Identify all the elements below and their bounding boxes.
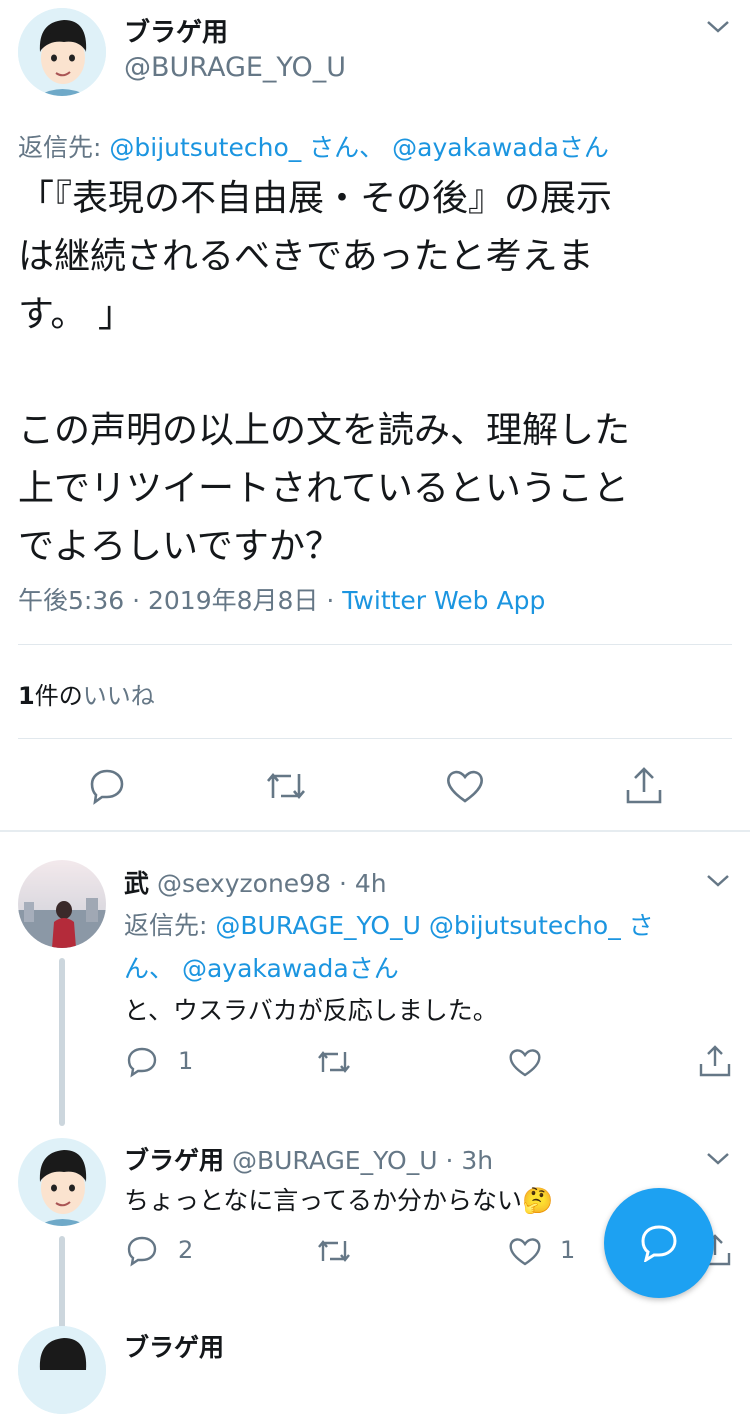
divider (18, 738, 732, 739)
tweet-header: ブラゲ用 @BURAGE_YO_U · 3h (124, 1141, 493, 1177)
likes-unit: 件の (34, 682, 83, 710)
reply-count: 1 (178, 1047, 194, 1075)
avatar[interactable] (18, 8, 106, 96)
reply-to-link[interactable]: ん、 (124, 954, 174, 983)
author-handle[interactable]: @BURAGE_YO_U (232, 1146, 438, 1175)
tweet-date[interactable]: 2019年8月8日 (148, 586, 318, 615)
tweet-text-line: す。 」 (18, 294, 134, 335)
divider (18, 644, 732, 645)
chevron-down-icon[interactable] (705, 1150, 731, 1168)
reply-prefix: 返信先: (18, 133, 102, 162)
reply-to-line: 返信先: @bijutsutecho_ さん、 @ayakawadaさん (18, 128, 609, 164)
tweet-text-line (18, 344, 738, 402)
chevron-down-icon[interactable] (705, 18, 731, 36)
tweet-text-line: は継続されるべきであったと考えま (18, 236, 594, 277)
author-name[interactable]: 武 (124, 869, 149, 898)
separator: · (326, 586, 335, 615)
author-handle[interactable]: @BURAGE_YO_U (124, 52, 346, 83)
separator: · (445, 1146, 454, 1175)
tweet-time[interactable]: 4h (355, 869, 387, 898)
reply-to-link[interactable]: @BURAGE_YO_U @bijutsutecho_ さ (215, 911, 653, 940)
likes-count: 1 (18, 682, 35, 710)
compose-button[interactable] (604, 1188, 714, 1298)
chevron-down-icon[interactable] (705, 872, 731, 890)
reply-to-line: 返信先: @BURAGE_YO_U @bijutsutecho_ さ (124, 906, 654, 942)
reply-icon[interactable] (126, 1046, 158, 1078)
tweet-text: ちょっとなに言ってるか分からない🤔 (124, 1186, 554, 1215)
reply-icon[interactable] (88, 767, 126, 805)
like-icon[interactable] (508, 1236, 542, 1266)
tweet-text: 「『表現の不自由展・その後』の展示 は継続されるべきであったと考えま す。 」 … (18, 170, 738, 576)
tweet-text-line: 上でリツイートされているということ (18, 468, 629, 509)
tweet-time[interactable]: 3h (461, 1146, 493, 1175)
author-name[interactable]: ブラゲ用 (124, 12, 228, 49)
avatar[interactable] (18, 1326, 106, 1414)
section-divider (0, 830, 750, 832)
tweet-source[interactable]: Twitter Web App (342, 586, 545, 615)
reply-to-line: ん、 @ayakawadaさん (124, 949, 399, 985)
author-handle[interactable]: @sexyzone98 (157, 869, 331, 898)
share-icon[interactable] (698, 1044, 732, 1078)
tweet-text-line: 「『表現の不自由展・その後』の展示 (18, 178, 613, 219)
like-icon[interactable] (445, 768, 485, 804)
likes-label: いいね (82, 682, 155, 710)
reply-icon[interactable] (126, 1235, 158, 1267)
avatar[interactable] (18, 860, 106, 948)
tweet-meta: 午後5:36 · 2019年8月8日 · Twitter Web App (18, 581, 545, 617)
tweet-text: と、ウスラバカが反応しました。 (124, 996, 498, 1025)
author-name[interactable]: ブラゲ用 (124, 1328, 224, 1364)
tweet-text-line: この声明の以上の文を読み、理解した (18, 410, 631, 451)
reply-suffix: さん (558, 133, 609, 162)
thread-line (59, 958, 65, 1126)
retweet-icon[interactable] (316, 1236, 352, 1266)
like-count: 1 (560, 1236, 576, 1264)
reply-count: 2 (178, 1236, 194, 1264)
tweet-time[interactable]: 午後5:36 (18, 586, 124, 615)
tweet-header: 武 @sexyzone98 · 4h (124, 864, 387, 900)
like-icon[interactable] (508, 1047, 542, 1077)
likes-summary[interactable]: 1件のいいね (18, 676, 155, 711)
reply-to-link[interactable]: @ayakawada (182, 954, 349, 983)
reply-to-link[interactable]: @ayakawada (392, 133, 559, 162)
separator: · (338, 869, 347, 898)
reply-suffix: さん (348, 954, 399, 983)
reply-prefix: 返信先: (124, 911, 208, 940)
retweet-icon[interactable] (316, 1047, 352, 1077)
compose-reply-icon (641, 1225, 677, 1262)
separator: · (132, 586, 141, 615)
reply-to-link[interactable]: @bijutsutecho_ さん、 (109, 133, 384, 162)
share-icon[interactable] (624, 766, 664, 806)
retweet-icon[interactable] (265, 768, 307, 804)
author-name[interactable]: ブラゲ用 (124, 1146, 224, 1175)
tweet-text-line: でよろしいですか？ (18, 526, 341, 567)
avatar[interactable] (18, 1138, 106, 1226)
thread-line (59, 1236, 65, 1334)
